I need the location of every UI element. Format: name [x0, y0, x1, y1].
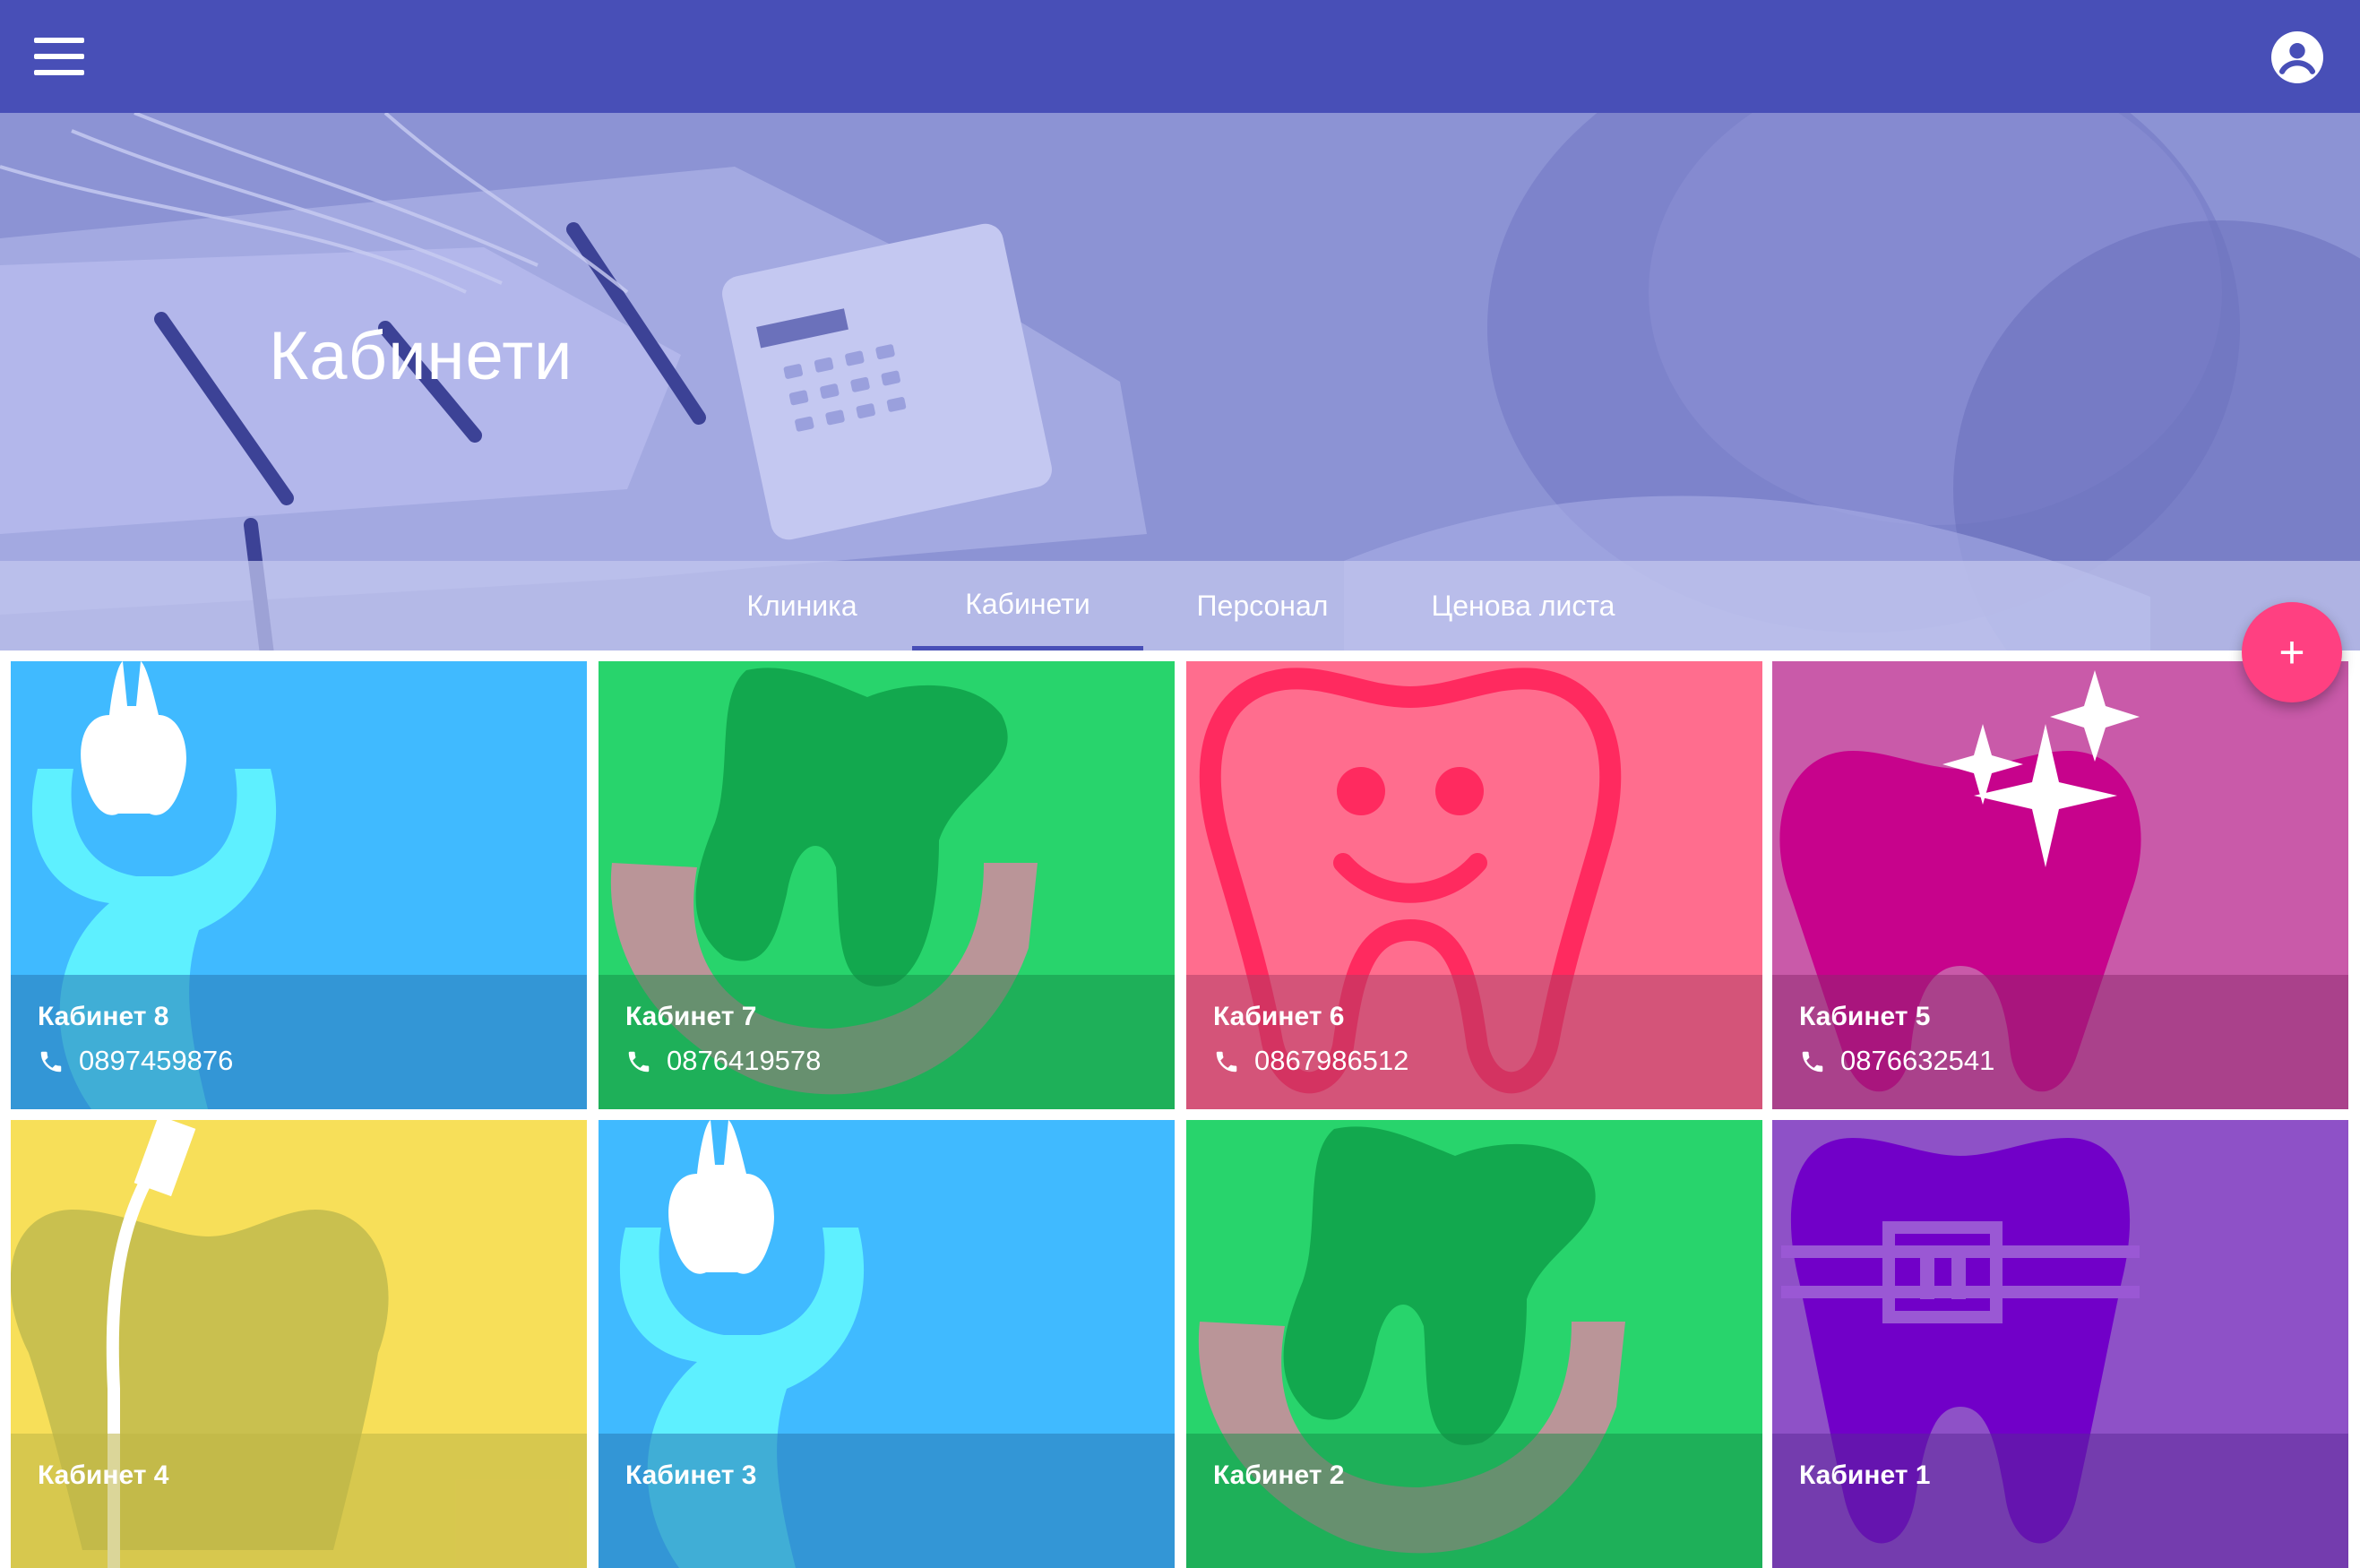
tab-bar: Клиника Кабинети Персонал Ценова листа: [0, 561, 2360, 650]
room-phone-number: 0876632541: [1840, 1045, 1995, 1076]
room-name: Кабинет 2: [1213, 1460, 1345, 1490]
phone-icon: [628, 1051, 650, 1073]
room-name: Кабинет 8: [38, 1002, 169, 1031]
tab-clinic[interactable]: Клиника: [717, 561, 887, 650]
room-tile[interactable]: Кабинет 6 0867986512: [1186, 661, 1762, 1109]
room-tile[interactable]: Кабинет 8 0897459876: [11, 661, 587, 1109]
room-phone-number: 0867986512: [1254, 1045, 1409, 1076]
room-tile[interactable]: Кабинет 7 0876419578: [599, 661, 1175, 1109]
room-name: Кабинет 6: [1213, 1002, 1345, 1031]
account-circle-icon[interactable]: [2271, 31, 2323, 83]
rooms-grid: Кабинет 8 0897459876 Кабинет 7 087641957…: [0, 650, 2360, 1568]
room-tile[interactable]: Кабинет 3: [599, 1120, 1175, 1568]
app-bar: [0, 0, 2360, 113]
room-caption: Кабинет 7 0876419578: [599, 975, 1175, 1109]
room-phone-number: 0876419578: [667, 1045, 822, 1076]
room-phone-number: 0897459876: [79, 1045, 234, 1076]
phone-icon: [40, 1051, 62, 1073]
room-name: Кабинет 1: [1799, 1460, 1931, 1490]
room-tile[interactable]: Кабинет 1: [1772, 1120, 2348, 1568]
room-tile[interactable]: Кабинет 5 0876632541: [1772, 661, 2348, 1109]
room-name: Кабинет 4: [38, 1460, 169, 1490]
room-name: Кабинет 5: [1799, 1002, 1931, 1031]
tab-price-list[interactable]: Ценова листа: [1398, 561, 1649, 650]
page-title: Кабинети: [269, 318, 573, 394]
tab-staff[interactable]: Персонал: [1165, 561, 1360, 650]
tab-rooms[interactable]: Кабинети: [912, 561, 1143, 650]
room-caption: Кабинет 4: [11, 1434, 587, 1568]
add-room-button[interactable]: +: [2242, 602, 2342, 702]
phone-icon: [1216, 1051, 1237, 1073]
room-caption: Кабинет 1: [1772, 1434, 2348, 1568]
room-caption: Кабинет 2: [1186, 1434, 1762, 1568]
add-icon: +: [2278, 627, 2305, 677]
menu-icon[interactable]: [34, 38, 84, 75]
room-tile[interactable]: Кабинет 4: [11, 1120, 587, 1568]
room-caption: Кабинет 6 0867986512: [1186, 975, 1762, 1109]
room-tile[interactable]: Кабинет 2: [1186, 1120, 1762, 1568]
room-name: Кабинет 7: [625, 1002, 757, 1031]
room-caption: Кабинет 3: [599, 1434, 1175, 1568]
room-caption: Кабинет 5 0876632541: [1772, 975, 2348, 1109]
room-caption: Кабинет 8 0897459876: [11, 975, 587, 1109]
room-name: Кабинет 3: [625, 1460, 757, 1490]
phone-icon: [1802, 1051, 1823, 1073]
hero-header: Кабинети Клиника Кабинети Персонал Ценов…: [0, 113, 2360, 650]
